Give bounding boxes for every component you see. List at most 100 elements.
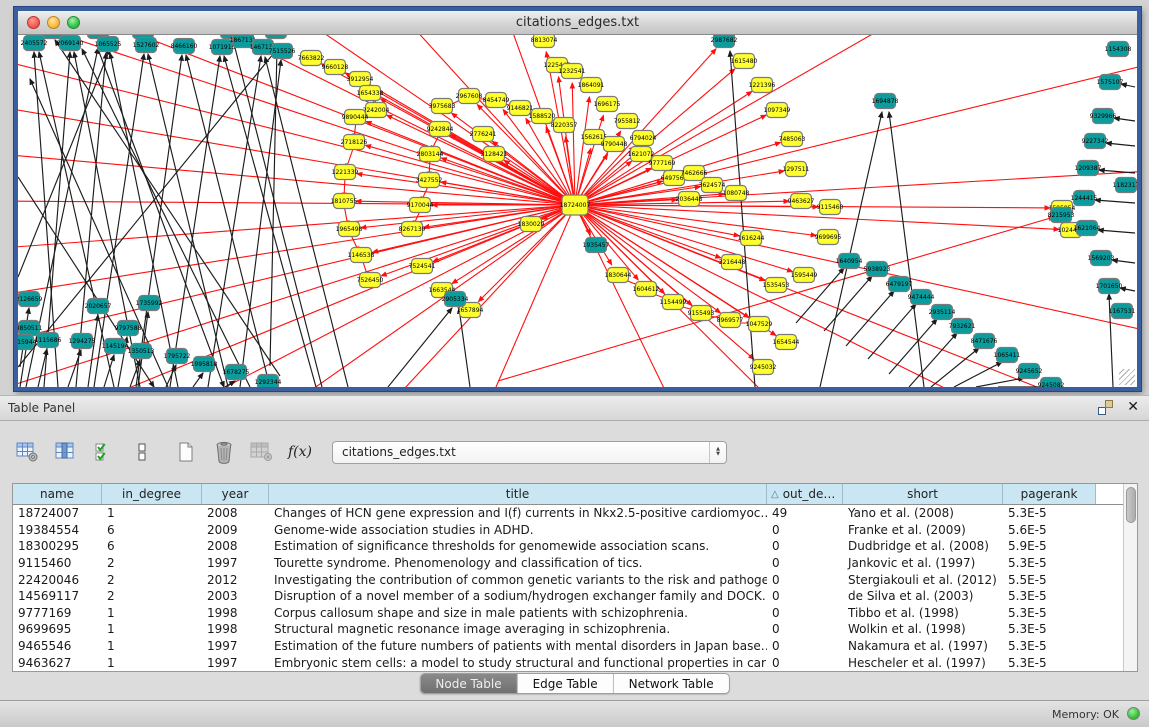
float-window-icon [1098, 407, 1106, 415]
table-toolbar: f(x) citations_edges.txt ▲▼ [14, 435, 727, 469]
window-title-bar[interactable]: citations_edges.txt [18, 11, 1137, 35]
delete-table-button[interactable] [210, 438, 238, 466]
cell-title: Genome-wide association studies in ADHD. [269, 523, 767, 537]
graph-node-label: 1621064 [1074, 225, 1101, 232]
checklist-icon [94, 441, 114, 463]
graph-node-label: 3975683 [429, 103, 456, 110]
column-header-year[interactable]: year [202, 484, 269, 504]
graph-node-label: 2967608 [456, 93, 483, 100]
graph-node-label: 9115460 [817, 204, 844, 211]
tab-edge-table[interactable]: Edge Table [518, 674, 614, 693]
table-row[interactable]: 2242004622012Investigating the contribut… [13, 571, 1137, 588]
select-columns-button[interactable] [90, 438, 118, 466]
scrollbar-thumb[interactable] [1126, 487, 1136, 523]
graph-node-label: 1292344 [255, 379, 282, 386]
graph-node-label: 1097349 [764, 107, 791, 114]
table-row[interactable]: 1456911722003Disruption of a novel membe… [13, 588, 1137, 605]
column-header-label: out_de… [783, 487, 836, 501]
cell-out_de: 0 [767, 606, 843, 620]
table-row[interactable]: 969969511998Structural magnetic resonanc… [13, 621, 1137, 638]
cell-out_de: 0 [767, 622, 843, 636]
table-row[interactable]: 911546021997Tourette syndrome. Phenomeno… [13, 555, 1137, 572]
table-dropdown[interactable]: citations_edges.txt ▲▼ [332, 441, 727, 464]
graph-node-label: 1935457 [583, 242, 610, 249]
graph-node-label: 9660128 [322, 64, 349, 71]
create-table-button[interactable] [14, 438, 42, 466]
window-title: citations_edges.txt [18, 11, 1137, 34]
cell-pagerank: 5.3E-5 [1003, 606, 1096, 620]
cell-title: Tourette syndrome. Phenomenology and cla… [269, 556, 767, 570]
column-header-pagerank[interactable]: pagerank [1003, 484, 1096, 504]
table-column-icon [55, 441, 77, 463]
column-header-short[interactable]: short [843, 484, 1003, 504]
cell-short: Tibbo et al. (1998) [843, 606, 1003, 620]
cell-in_degree: 6 [102, 539, 202, 553]
graph-node-label: 1678275 [223, 369, 250, 376]
graph-node-label: 8454749 [483, 97, 510, 104]
cell-out_de: 0 [767, 589, 843, 603]
cell-pagerank: 5.3E-5 [1003, 656, 1096, 670]
graph-node[interactable] [266, 35, 287, 39]
cell-out_de: 0 [767, 656, 843, 670]
cell-in_degree: 1 [102, 656, 202, 670]
column-header-label: year [222, 487, 249, 501]
graph-node-label: 1701650 [1096, 283, 1123, 290]
cell-pagerank: 5.9E-5 [1003, 539, 1096, 553]
graph-node-label: 1830029 [518, 221, 545, 228]
graph-node-label: 1654544 [773, 339, 800, 346]
column-header-label: in_degree [122, 487, 181, 501]
table-row[interactable]: 1872400712008Changes of HCN gene express… [13, 505, 1137, 522]
column-header-label: title [506, 487, 529, 501]
table-scrollbar[interactable] [1123, 484, 1137, 671]
memory-status-label: Memory: OK [1052, 708, 1119, 721]
function-builder-button[interactable]: f(x) [286, 438, 314, 466]
cell-short: Wolkin et al. (1998) [843, 622, 1003, 636]
zoom-button[interactable] [67, 16, 80, 29]
close-panel-button[interactable]: ✕ [1127, 400, 1139, 415]
float-panel-button[interactable] [1098, 400, 1113, 415]
graph-node-label: 9227342 [1082, 138, 1109, 145]
cell-pagerank: 5.3E-5 [1003, 506, 1096, 520]
cell-title: Structural magnetic resonance image aver… [269, 622, 767, 636]
table-tabs: Node TableEdge TableNetwork Table [419, 673, 729, 694]
graph-node-label: 8220357 [551, 122, 578, 129]
table-row[interactable]: 946554611997Estimation of the future num… [13, 638, 1137, 655]
row-grip-button[interactable] [128, 438, 156, 466]
table-row[interactable]: 946362711997Embryonic stem cells: a mode… [13, 654, 1137, 671]
tab-node-table[interactable]: Node Table [420, 674, 517, 693]
window-resize-grip[interactable] [1119, 369, 1135, 385]
cell-out_de: 0 [767, 573, 843, 587]
cell-out_de: 0 [767, 523, 843, 537]
column-header-title[interactable]: title [269, 484, 767, 504]
column-header-name[interactable]: name [13, 484, 102, 504]
cell-pagerank: 5.3E-5 [1003, 639, 1096, 653]
graph-node-label: 2126659 [18, 296, 43, 303]
table-row[interactable]: 977716911998Corpus callosum shape and si… [13, 605, 1137, 622]
graph-node-label: 1830644 [605, 272, 632, 279]
table-row[interactable]: 1938455462009Genome-wide association stu… [13, 522, 1137, 539]
import-table-button[interactable] [248, 438, 276, 466]
cell-in_degree: 1 [102, 606, 202, 620]
graph-node-label: 1167531 [1109, 308, 1136, 315]
fx-icon: f(x) [288, 444, 312, 460]
table-body: 1872400712008Changes of HCN gene express… [13, 505, 1137, 671]
graph-node-label: 3624574 [699, 182, 726, 189]
new-document-button[interactable] [172, 438, 200, 466]
graph-node-label: 8471676 [971, 338, 998, 345]
rows-icon [135, 441, 149, 463]
graph-node-label: 1145194 [102, 343, 129, 350]
network-canvas[interactable]: 1003314185905420832131366144184430224055… [18, 35, 1137, 387]
tab-network-table[interactable]: Network Table [614, 674, 729, 693]
cell-name: 18724007 [13, 506, 102, 520]
cell-in_degree: 1 [102, 506, 202, 520]
graph-node-label: 1535453 [763, 282, 790, 289]
column-header-out_de[interactable]: △out_de… [767, 484, 843, 504]
column-header-in_degree[interactable]: in_degree [102, 484, 202, 504]
toggle-column-button[interactable] [52, 438, 80, 466]
graph-node-label: 9245082 [1038, 382, 1065, 387]
graph-node-label: 1810755 [331, 198, 358, 205]
graph-node-label: 1604612 [633, 286, 660, 293]
close-button[interactable] [27, 16, 40, 29]
minimize-button[interactable] [47, 16, 60, 29]
table-row[interactable]: 1830029562008Estimation of significance … [13, 538, 1137, 555]
